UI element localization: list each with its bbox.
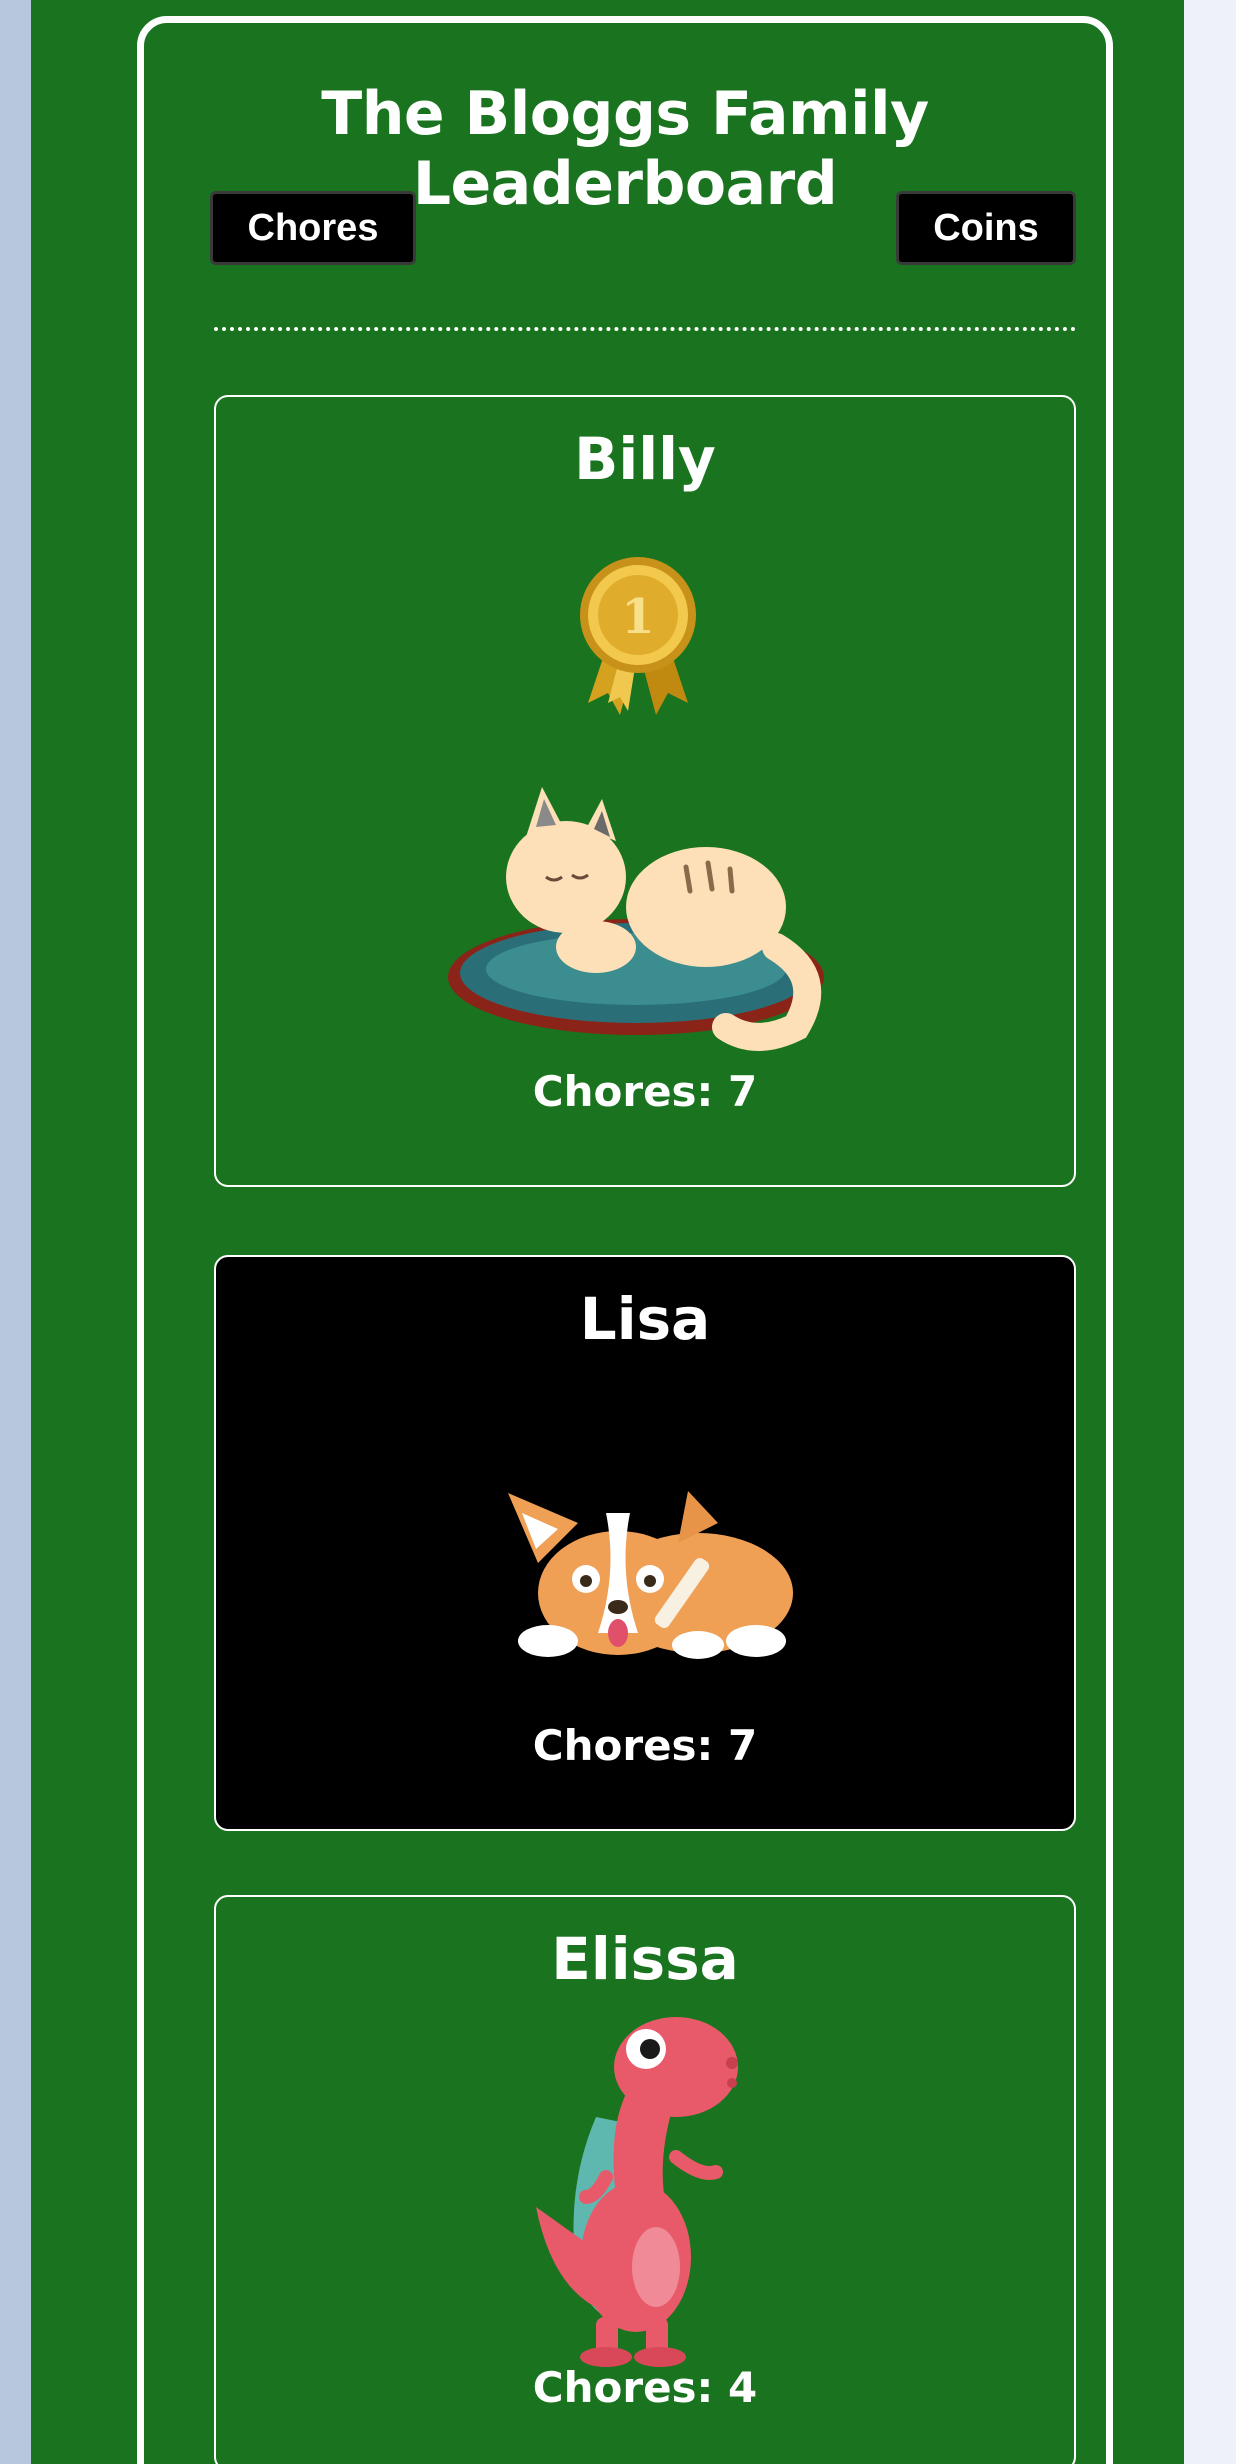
- coins-button[interactable]: Coins: [896, 191, 1076, 265]
- corgi-icon: [508, 1491, 793, 1659]
- medal-number: 1: [621, 589, 654, 645]
- gold-medal-icon: 1: [580, 557, 696, 715]
- right-gutter: [1184, 0, 1236, 2464]
- page: The Bloggs Family Leaderboard Chores Coi…: [31, 0, 1184, 2464]
- chores-button[interactable]: Chores: [210, 191, 416, 265]
- pink-dinosaur-icon: [536, 2017, 738, 2367]
- member-chores: Chores: 7: [532, 1721, 758, 1770]
- leaderboard-panel: The Bloggs Family Leaderboard Chores Coi…: [137, 16, 1113, 2464]
- member-card-elissa: Elissa Chores: 4: [214, 1895, 1076, 2464]
- member-chores: Chores: 7: [532, 1067, 758, 1116]
- member-name: Billy: [574, 425, 716, 493]
- member-name: Lisa: [579, 1285, 711, 1353]
- member-card-lisa: Lisa Chores: 7: [214, 1255, 1076, 1831]
- dotted-divider: [214, 327, 1076, 331]
- member-card-billy: Billy 1 Chores: 7: [214, 395, 1076, 1187]
- sleeping-cat-icon: [448, 787, 824, 1051]
- member-name: Elissa: [551, 1925, 739, 1993]
- member-chores: Chores: 4: [532, 2363, 758, 2412]
